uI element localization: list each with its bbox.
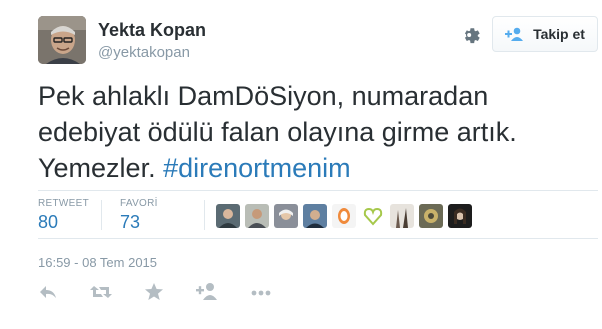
user-avatar[interactable] [38, 16, 86, 64]
tweet-text-line-1: Pek ahlaklı DamDöSiyon, numaradan [38, 81, 489, 111]
divider [38, 238, 598, 239]
retweet-stat-label: RETWEET [38, 198, 89, 209]
reply-icon[interactable] [38, 282, 58, 302]
retweet-stat[interactable]: RETWEET 80 [38, 198, 89, 233]
tweet-timestamp[interactable]: 16:59 - 08 Tem 2015 [38, 255, 157, 270]
more-icon[interactable] [250, 282, 272, 302]
follow-person-icon [505, 27, 525, 41]
follow-button-label: Takip et [533, 26, 585, 42]
tweet-text-segment: Yemezler. [38, 153, 164, 183]
favoriter-avatar[interactable] [361, 204, 385, 228]
favorite-stat-count: 73 [120, 212, 141, 232]
favoriters-list [216, 204, 472, 228]
divider [38, 190, 598, 191]
follow-button[interactable]: Takip et [492, 16, 598, 52]
hashtag-link[interactable]: #direnortmenim [163, 153, 351, 183]
tweet-text-line-3: Yemezler. #direnortmenim [38, 150, 598, 186]
favoriter-avatar[interactable] [274, 204, 298, 228]
tweet-text-line-2: edebiyat ödülü falan olayına girme artık… [38, 117, 517, 147]
follow-icon[interactable] [196, 282, 218, 300]
favoriter-avatar[interactable] [303, 204, 327, 228]
favoriter-avatar[interactable] [390, 204, 414, 228]
retweet-icon[interactable] [90, 282, 112, 302]
favoriter-avatar[interactable] [419, 204, 443, 228]
user-display-name[interactable]: Yekta Kopan [98, 20, 206, 41]
favorite-stat-label: FAVORİ [120, 198, 158, 209]
favoriter-avatar[interactable] [332, 204, 356, 228]
favoriter-avatar[interactable] [245, 204, 269, 228]
retweet-stat-count: 80 [38, 212, 59, 232]
tweet-text: Pek ahlaklı DamDöSiyon, numaradan edebiy… [38, 78, 598, 186]
favorite-icon[interactable] [144, 282, 164, 302]
tweet-card: Yekta Kopan @yektakopan Takip et Pek ahl… [0, 0, 602, 329]
favoriter-avatar[interactable] [448, 204, 472, 228]
favoriter-avatar[interactable] [216, 204, 240, 228]
user-handle[interactable]: @yektakopan [98, 44, 190, 61]
stat-divider [101, 200, 102, 230]
favorite-stat[interactable]: FAVORİ 73 [120, 198, 158, 233]
stat-divider [204, 200, 205, 230]
gear-icon[interactable] [460, 24, 482, 46]
